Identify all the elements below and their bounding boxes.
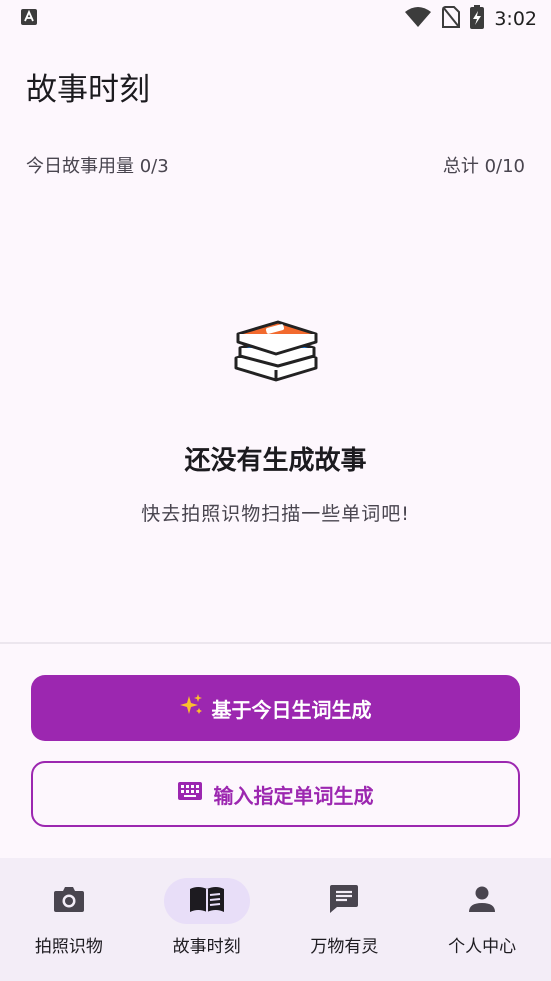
status-bar: 3:02 [0, 0, 551, 38]
empty-state-title: 还没有生成故事 [184, 446, 367, 476]
action-panel: 基于今日生词生成 输入指定单词生成 [0, 644, 551, 858]
empty-state: 还没有生成故事 快去拍照识物扫描一些单词吧! [0, 312, 551, 526]
notification-a-icon [20, 8, 38, 30]
generate-from-today-label: 基于今日生词生成 [211, 699, 372, 722]
nav-item-chat[interactable]: 万物有灵 [276, 858, 414, 981]
nav-label-chat: 万物有灵 [310, 937, 379, 957]
nav-label-story: 故事时刻 [172, 937, 241, 957]
nav-label-profile: 个人中心 [448, 937, 517, 957]
generate-from-words-label: 输入指定单词生成 [213, 785, 374, 808]
nav-item-profile[interactable]: 个人中心 [413, 858, 551, 981]
generate-from-today-button[interactable]: 基于今日生词生成 [31, 675, 520, 741]
usage-row: 今日故事用量 0/3 总计 0/10 [26, 152, 525, 178]
status-time: 3:02 [494, 8, 537, 30]
camera-icon [53, 885, 85, 917]
person-icon [468, 885, 496, 917]
nav-label-camera: 拍照识物 [34, 937, 103, 957]
daily-usage-text: 今日故事用量 0/3 [26, 156, 169, 177]
sparkle-icon [179, 693, 204, 723]
chat-icon [329, 884, 359, 918]
no-sim-icon [442, 6, 461, 32]
books-icon [226, 312, 326, 412]
bottom-nav: 拍照识物 故事时刻 万物有灵 个人中心 [0, 858, 551, 981]
total-usage-text: 总计 0/10 [442, 156, 525, 177]
page-title: 故事时刻 [26, 72, 150, 108]
nav-item-camera[interactable]: 拍照识物 [0, 858, 138, 981]
book-icon [189, 885, 225, 917]
generate-from-words-button[interactable]: 输入指定单词生成 [31, 761, 520, 827]
keyboard-icon [177, 782, 202, 806]
empty-state-subtitle: 快去拍照识物扫描一些单词吧! [141, 503, 410, 525]
nav-item-story[interactable]: 故事时刻 [138, 858, 276, 981]
wifi-icon [404, 6, 432, 32]
battery-charging-icon [470, 5, 485, 33]
